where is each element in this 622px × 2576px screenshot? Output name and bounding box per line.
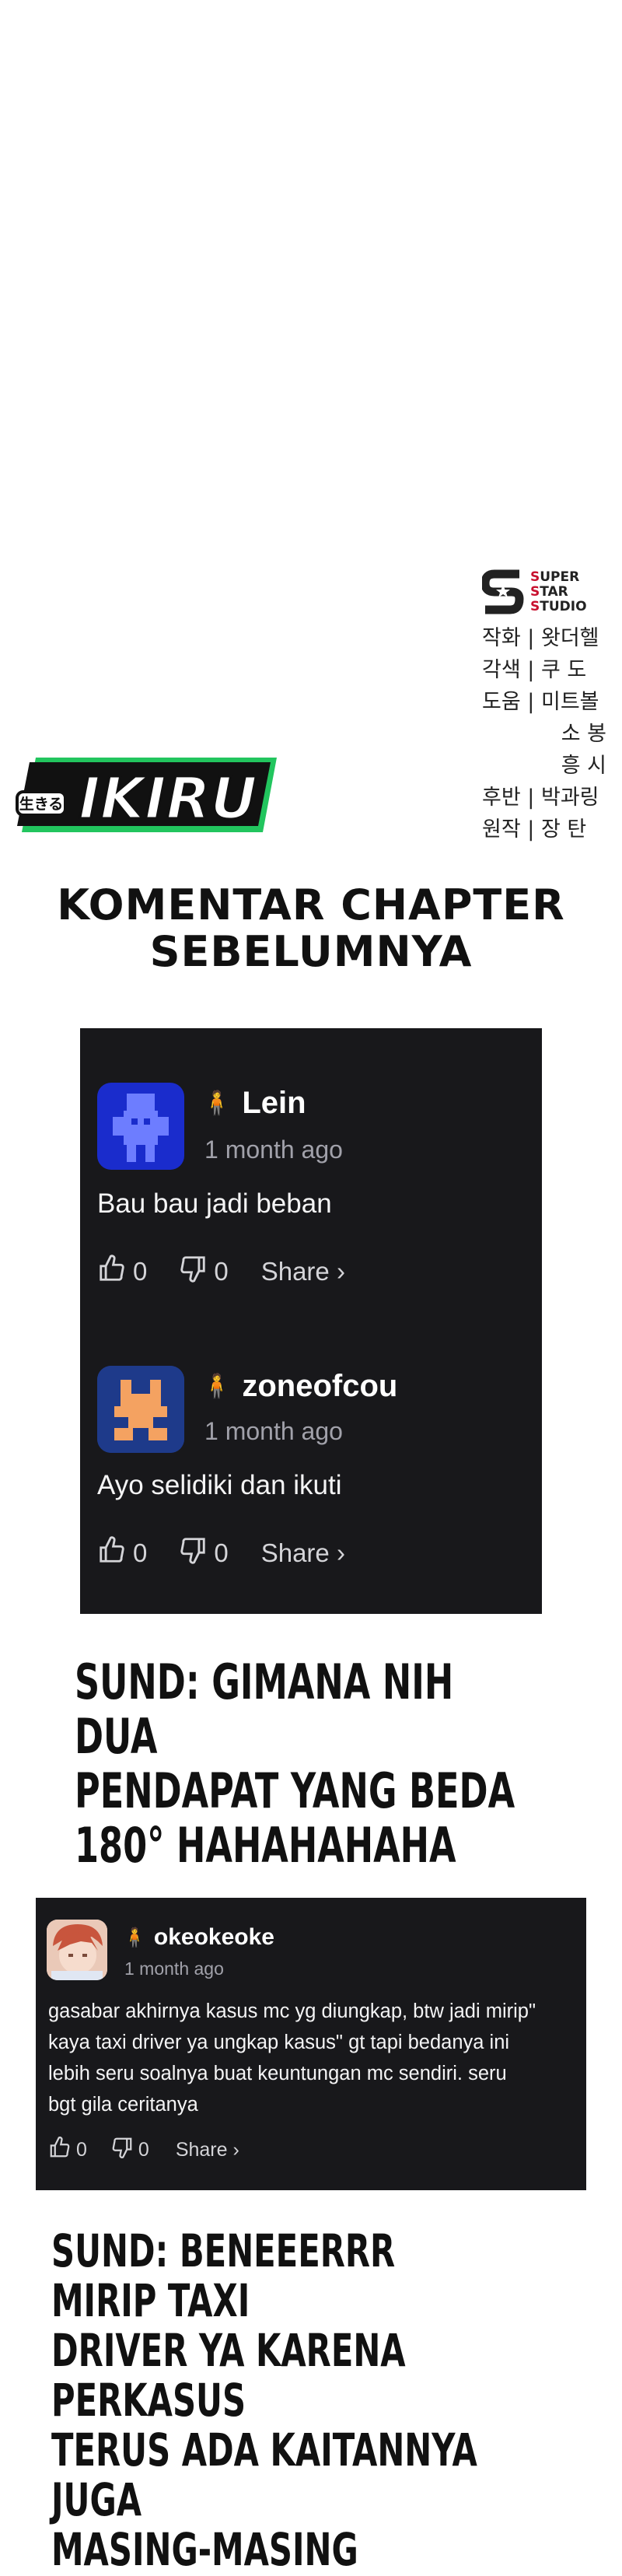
studio-logo: SUPER STAR STUDIO	[480, 566, 606, 618]
studio-credits: SUPER STAR STUDIO 작화 | 왓더헬 각색 | 쿠 도 도움 |…	[480, 566, 606, 845]
ikiru-logo: 生きる IKIRU	[12, 751, 281, 837]
sund-line: SUND: GIMANA NIH DUA	[75, 1654, 454, 1765]
credit-row: 원작 | 장 탄	[482, 817, 587, 842]
user-badge-icon: 🧍	[123, 1927, 146, 1948]
avatar[interactable]	[97, 1366, 184, 1453]
credit-row: 각색 | 쿠 도	[482, 658, 587, 682]
studio-word-2: TAR	[540, 583, 568, 600]
section-title-line2: SEBELUMNYA	[149, 927, 473, 976]
sund-line: MASING-MASING	[51, 2523, 358, 2576]
logo-kana: 生きる	[19, 795, 64, 813]
comment-text: gasabar akhirnya kasus mc yg diungkap, b…	[48, 1996, 536, 2120]
credit-row: 흥 시	[561, 754, 606, 778]
comment-time: 1 month ago	[204, 1417, 343, 1445]
like-count: 0	[76, 2139, 87, 2161]
sund-note-2: SUND: BENEEERRR MIRIP TAXI DRIVER YA KAR…	[51, 2226, 499, 2574]
section-title-line1: KOMENTAR CHAPTER	[57, 880, 565, 929]
sund-line: 180° HAHAHAHAHA	[75, 1817, 456, 1874]
studio-word-initial: S	[530, 569, 540, 585]
logo-word: IKIRU	[79, 765, 257, 832]
share-button[interactable]: Share ›	[261, 1538, 345, 1568]
username[interactable]: Lein	[242, 1086, 306, 1121]
comment-time: 1 month ago	[124, 1958, 224, 1979]
credits-list: 작화 | 왓더헬 각색 | 쿠 도 도움 | 미트볼 소 봉 흥 시 후반 | …	[482, 622, 606, 845]
comment-text: Bau bau jadi beban	[97, 1188, 332, 1219]
username[interactable]: okeokeoke	[154, 1924, 274, 1951]
like-button[interactable]: 0	[97, 1254, 147, 1290]
comment-text-line: bgt gila ceritanya	[48, 2094, 198, 2116]
comment-text-line: gasabar akhirnya kasus mc yg diungkap, b…	[48, 2000, 536, 2022]
section-title: KOMENTAR CHAPTER SEBELUMNYA	[0, 882, 622, 975]
sund-line: SUND: BENEEERRR MIRIP TAXI	[51, 2224, 396, 2327]
studio-word-3: TUDIO	[540, 598, 587, 614]
comment-box: 🧍 okeokeoke 1 month ago gasabar akhirnya…	[36, 1898, 586, 2190]
sund-line: TERUS ADA KAITANNYA JUGA	[51, 2424, 477, 2526]
comment-time: 1 month ago	[204, 1136, 343, 1164]
credit-row: 소 봉	[561, 722, 606, 746]
credit-row: 후반 | 박과링	[482, 786, 599, 810]
comment-text-line: lebih seru soalnya buat keuntungan mc se…	[48, 2063, 507, 2084]
thumbs-down-icon	[178, 1254, 208, 1290]
sund-line: DRIVER YA KARENA PERKASUS	[51, 2324, 406, 2427]
thumbs-up-icon	[97, 1535, 127, 1571]
sund-line: PENDAPAT YANG BEDA	[75, 1762, 515, 1819]
credit-row: 도움 | 미트볼	[482, 690, 599, 714]
dislike-button[interactable]: 0	[110, 2136, 149, 2165]
comment-text-line: kaya taxi driver ya ungkap kasus" gt tap…	[48, 2032, 510, 2053]
thumbs-down-icon	[110, 2136, 134, 2165]
like-button[interactable]: 0	[97, 1535, 147, 1571]
username[interactable]: zoneofcou	[242, 1369, 397, 1404]
sund-note-1: SUND: GIMANA NIH DUA PENDAPAT YANG BEDA …	[75, 1655, 522, 1873]
dislike-button[interactable]: 0	[178, 1535, 229, 1571]
avatar[interactable]	[97, 1083, 184, 1170]
credit-row: 작화 | 왓더헬	[482, 626, 599, 650]
dislike-count: 0	[138, 2139, 149, 2161]
comment-item: 🧍 zoneofcou 1 month ago Ayo selidiki dan…	[80, 1310, 542, 1613]
user-badge-icon: 🧍	[202, 1090, 232, 1116]
studio-s-icon	[480, 569, 524, 614]
thumbs-up-icon	[48, 2136, 72, 2165]
comment-item: 🧍 Lein 1 month ago Bau bau jadi beban 0 …	[80, 1028, 542, 1308]
dislike-count: 0	[214, 1538, 229, 1567]
like-count: 0	[133, 1257, 148, 1286]
share-button[interactable]: Share ›	[176, 2139, 239, 2161]
user-badge-icon: 🧍	[202, 1374, 232, 1399]
dislike-count: 0	[214, 1257, 229, 1286]
avatar[interactable]	[47, 1920, 107, 1980]
comment-box: 🧍 Lein 1 month ago Bau bau jadi beban 0 …	[80, 1028, 542, 1614]
comment-text: Ayo selidiki dan ikuti	[97, 1470, 342, 1500]
studio-word-1: UPER	[540, 569, 580, 585]
thumbs-down-icon	[178, 1535, 208, 1571]
dislike-button[interactable]: 0	[178, 1254, 229, 1290]
thumbs-up-icon	[97, 1254, 127, 1290]
share-button[interactable]: Share ›	[261, 1257, 345, 1286]
like-count: 0	[133, 1538, 148, 1567]
like-button[interactable]: 0	[48, 2136, 87, 2165]
